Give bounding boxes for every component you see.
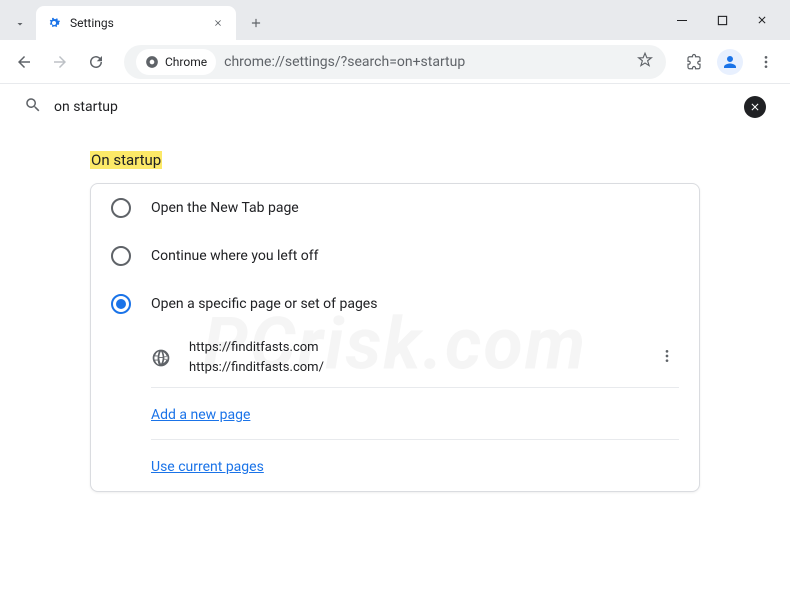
plus-icon [249, 16, 263, 30]
page-more-button[interactable] [655, 344, 679, 372]
star-icon [636, 51, 654, 69]
new-tab-button[interactable] [242, 9, 270, 37]
chevron-down-icon [14, 18, 26, 30]
tab-title: Settings [70, 16, 210, 30]
startup-page-row: https://finditfasts.com https://finditfa… [151, 328, 679, 388]
radio-icon [111, 294, 131, 314]
arrow-right-icon [51, 53, 69, 71]
use-current-link[interactable]: Use current pages [151, 459, 264, 475]
url-text: chrome://settings/?search=on+startup [224, 54, 628, 70]
reload-icon [87, 53, 105, 71]
globe-icon [151, 348, 171, 368]
radio-specific-pages[interactable]: Open a specific page or set of pages [91, 280, 699, 328]
settings-gear-icon [46, 15, 62, 31]
browser-tab[interactable]: Settings [36, 6, 236, 40]
chrome-logo-icon [145, 55, 159, 69]
radio-label: Continue where you left off [151, 248, 319, 264]
avatar-icon [717, 49, 743, 75]
radio-continue[interactable]: Continue where you left off [91, 232, 699, 280]
search-query-text[interactable]: on startup [54, 99, 744, 115]
startup-card: Open the New Tab page Continue where you… [90, 183, 700, 492]
bookmark-button[interactable] [636, 51, 654, 73]
radio-new-tab[interactable]: Open the New Tab page [91, 184, 699, 232]
radio-label: Open a specific page or set of pages [151, 296, 377, 312]
kebab-icon [758, 54, 774, 70]
maximize-button[interactable] [702, 4, 742, 36]
radio-icon [111, 198, 131, 218]
puzzle-icon [685, 53, 703, 71]
minimize-button[interactable] [662, 4, 702, 36]
radio-label: Open the New Tab page [151, 200, 299, 216]
close-icon [756, 14, 768, 26]
chrome-chip-label: Chrome [165, 55, 207, 69]
arrow-left-icon [15, 53, 33, 71]
tab-search-dropdown[interactable] [8, 8, 32, 40]
forward-button[interactable] [44, 46, 76, 78]
maximize-icon [717, 15, 728, 26]
search-icon [24, 96, 42, 118]
tab-close-button[interactable] [210, 15, 226, 31]
profile-button[interactable] [714, 46, 746, 78]
back-button[interactable] [8, 46, 40, 78]
clear-search-button[interactable] [744, 96, 766, 118]
extensions-button[interactable] [678, 46, 710, 78]
kebab-icon [659, 348, 675, 364]
section-title: On startup [90, 151, 162, 169]
chrome-chip: Chrome [136, 49, 216, 75]
close-icon [749, 101, 761, 113]
add-page-link[interactable]: Add a new page [151, 407, 250, 423]
close-window-button[interactable] [742, 4, 782, 36]
menu-button[interactable] [750, 46, 782, 78]
radio-icon [111, 246, 131, 266]
reload-button[interactable] [80, 46, 112, 78]
page-url-line1: https://finditfasts.com [189, 338, 655, 358]
page-url-line2: https://finditfasts.com/ [189, 358, 655, 378]
address-bar[interactable]: Chrome chrome://settings/?search=on+star… [124, 45, 666, 79]
close-icon [213, 18, 223, 28]
minimize-icon [676, 14, 688, 26]
